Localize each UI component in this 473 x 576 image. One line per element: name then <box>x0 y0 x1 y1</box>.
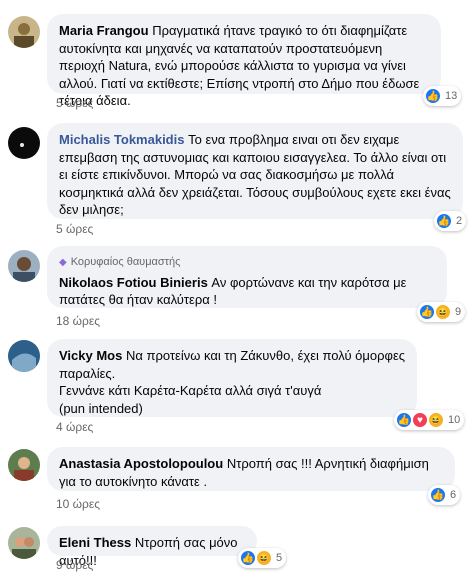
reaction-count: 6 <box>450 489 457 501</box>
comment-bubble: Anastasia Apostolopoulou Ντροπή σας !!! … <box>47 447 455 491</box>
top-fan-label: Κορυφαίος θαυμαστής <box>70 256 181 268</box>
haha-icon: 😆 <box>256 550 272 566</box>
avatar[interactable] <box>8 250 40 282</box>
avatar[interactable] <box>8 16 40 48</box>
comment-bubble: Vicky Mos Να προτείνω και τη Ζάκυνθο, έχ… <box>47 339 417 417</box>
reaction-count: 5 <box>276 552 283 564</box>
reaction-summary[interactable]: 👍 ♥ 😆 10 <box>394 410 465 430</box>
like-icon: 👍 <box>425 88 441 104</box>
reaction-summary[interactable]: 👍 13 <box>423 86 462 106</box>
comment-timestamp[interactable]: 5 ώρες <box>56 96 93 110</box>
comment-timestamp[interactable]: 18 ώρες <box>56 314 100 328</box>
love-icon: ♥ <box>412 412 428 428</box>
comment-bubble: ◆ Κορυφαίος θαυμαστής Nikolaos Fotiou Bi… <box>47 246 447 308</box>
avatar[interactable] <box>8 527 40 559</box>
reaction-summary[interactable]: 👍 2 <box>434 211 467 231</box>
avatar[interactable] <box>8 340 40 372</box>
reaction-summary[interactable]: 👍 😆 5 <box>238 548 287 568</box>
comment-timestamp[interactable]: 4 ώρες <box>56 420 93 434</box>
commenter-name[interactable]: Maria Frangou <box>59 23 149 38</box>
diamond-icon: ◆ <box>59 257 67 268</box>
reaction-count: 10 <box>448 414 461 426</box>
top-fan-badge: ◆ Κορυφαίος θαυμαστής <box>59 254 435 272</box>
comment-text: Γεννάνε κάτι Καρέτα-Καρέτα αλλά σιγά τ'α… <box>59 383 322 398</box>
like-icon: 👍 <box>419 304 435 320</box>
commenter-name[interactable]: Eleni Thess <box>59 535 131 550</box>
haha-icon: 😆 <box>428 412 444 428</box>
reaction-summary[interactable]: 👍 6 <box>428 485 461 505</box>
comment-timestamp[interactable]: 9 ώρες <box>56 558 93 572</box>
reaction-count: 2 <box>456 215 463 227</box>
reaction-summary[interactable]: 👍 😆 9 <box>417 302 466 322</box>
like-icon: 👍 <box>430 487 446 503</box>
comment-bubble: Maria Frangou Πραγματικά ήτανε τραγικό τ… <box>47 14 441 108</box>
comment-text: (pun intended) <box>59 400 143 416</box>
avatar[interactable] <box>8 127 40 159</box>
reaction-count: 9 <box>455 306 462 318</box>
avatar[interactable] <box>8 449 40 481</box>
like-icon: 👍 <box>396 412 412 428</box>
comment-timestamp[interactable]: 10 ώρες <box>56 497 100 511</box>
like-icon: 👍 <box>436 213 452 229</box>
commenter-name[interactable]: Michalis Tokmakidis <box>59 132 184 147</box>
reaction-count: 13 <box>445 90 458 102</box>
like-icon: 👍 <box>240 550 256 566</box>
haha-icon: 😆 <box>435 304 451 320</box>
commenter-name[interactable]: Nikolaos Fotiou Binieris <box>59 275 208 290</box>
commenter-name[interactable]: Anastasia Apostolopoulou <box>59 456 223 471</box>
comment-timestamp[interactable]: 5 ώρες <box>56 222 93 236</box>
comment-bubble: Michalis Tokmakidis Το ενα προβλημα εινα… <box>47 123 463 219</box>
comment-bubble: Eleni Thess Ντροπή σας μόνο αυτό!!! <box>47 526 257 568</box>
commenter-name[interactable]: Vicky Mos <box>59 348 122 363</box>
